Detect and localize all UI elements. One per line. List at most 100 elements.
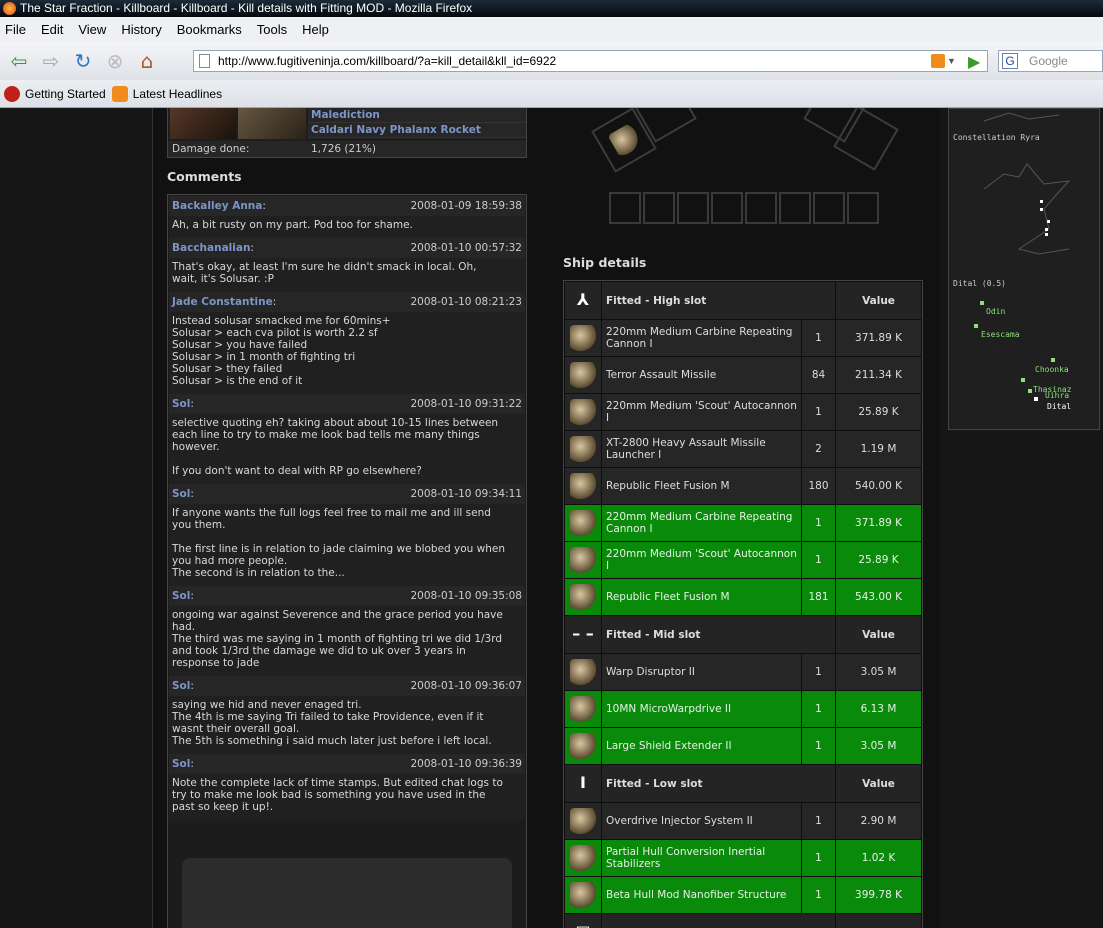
comment-author-link[interactable]: Bacchanalian	[172, 242, 250, 254]
rss-feed-icon[interactable]	[931, 54, 945, 68]
comment-author-link[interactable]: Jade Constantine	[172, 296, 273, 308]
comment-author-link[interactable]: Sol	[172, 488, 190, 500]
item-icon[interactable]	[570, 436, 596, 462]
back-icon[interactable]: ⇦	[6, 48, 32, 74]
section-title: Fitted - High slot	[601, 281, 836, 320]
item-row[interactable]: Republic Fleet Fusion M 180 540.00 K	[564, 467, 922, 505]
menu-tools[interactable]: Tools	[257, 17, 287, 42]
section-title: Fitted - Mid slot	[601, 615, 836, 654]
item-quantity: 1	[801, 876, 836, 914]
map-system-odin[interactable]: Odin	[986, 307, 1005, 316]
map-system-esescama[interactable]: Esescama	[981, 330, 1020, 339]
go-icon[interactable]: ▶	[968, 52, 980, 71]
item-icon[interactable]	[570, 584, 596, 610]
comment-author-link[interactable]: Sol	[172, 398, 190, 410]
ship-link[interactable]: Malediction	[308, 108, 526, 123]
section-header: ▣Drone bayValue	[564, 913, 922, 928]
item-row[interactable]: Warp Disruptor II 1 3.05 M	[564, 653, 922, 691]
item-value: 3.05 M	[835, 653, 922, 691]
item-quantity: 1	[801, 653, 836, 691]
item-value: 25.89 K	[835, 393, 922, 431]
comment-date: 2008-01-10 09:36:07	[410, 680, 522, 692]
menu-view[interactable]: View	[78, 17, 106, 42]
comments-list: Backalley Anna: 2008-01-09 18:59:38 Ah, a …	[167, 194, 527, 928]
item-value: 540.00 K	[835, 467, 922, 505]
item-icon[interactable]	[570, 808, 596, 834]
item-icon[interactable]	[570, 845, 596, 871]
item-name: Terror Assault Missile	[601, 356, 802, 394]
section-title: Fitted - Low slot	[601, 764, 836, 803]
item-value: 399.78 K	[835, 876, 922, 914]
low-slot-icon: I	[564, 764, 602, 803]
item-row[interactable]: Overdrive Injector System II 1 2.90 M	[564, 802, 922, 840]
item-row[interactable]: 220mm Medium Carbine Repeating Cannon I1…	[564, 504, 922, 542]
menu-edit[interactable]: Edit	[41, 17, 63, 42]
item-icon[interactable]	[570, 882, 596, 908]
item-row[interactable]: 220mm Medium 'Scout' Autocannon I 1 25.89 …	[564, 393, 922, 431]
search-input[interactable]: G Google	[998, 50, 1103, 72]
comment-input[interactable]	[182, 858, 512, 928]
item-icon[interactable]	[570, 696, 596, 722]
item-icon[interactable]	[570, 362, 596, 388]
comment-author-link[interactable]: Sol	[172, 680, 190, 692]
item-row[interactable]: 10MN MicroWarpdrive II 1 6.13 M	[564, 690, 922, 728]
item-row[interactable]: Terror Assault Missile 84 211.34 K	[564, 356, 922, 394]
item-icon[interactable]	[570, 473, 596, 499]
comment-author-link[interactable]: Sol	[172, 758, 190, 770]
ship-details-table: ⅄ Fitted - High slot Value 220mm Medium Car…	[563, 280, 923, 928]
item-row[interactable]: XT-2800 Heavy Assault Missile Launcher I…	[564, 430, 922, 468]
menu-history[interactable]: History	[121, 17, 161, 42]
item-value: 25.89 K	[835, 541, 922, 579]
drone-slot	[677, 192, 709, 224]
item-row[interactable]: Partial Hull Conversion Inertial Stabili…	[564, 839, 922, 877]
pilot-portrait[interactable]	[170, 108, 236, 139]
map-system-uihra[interactable]: Uihra	[1045, 391, 1069, 400]
section-title: Drone bay	[601, 913, 836, 928]
item-row[interactable]: 220mm Medium Carbine Repeating Cannon I1…	[564, 319, 922, 357]
chevron-down-icon[interactable]: ▼	[947, 51, 959, 71]
comment-header: Jade Constantine: 2008-01-10 08:21:23	[169, 292, 525, 312]
bookmark-latest-headlines[interactable]: Latest Headlines	[111, 80, 222, 107]
map-system-choonka[interactable]: Choonka	[1035, 365, 1069, 374]
item-quantity: 1	[801, 690, 836, 728]
google-icon[interactable]: G	[1002, 53, 1018, 69]
menu-help[interactable]: Help	[302, 17, 329, 42]
item-row[interactable]: Large Shield Extender II 1 3.05 M	[564, 727, 922, 765]
drone-slot	[847, 192, 879, 224]
comment-text: selective quoting eh? taking about about…	[169, 414, 525, 484]
item-name: Overdrive Injector System II	[601, 802, 802, 840]
item-icon[interactable]	[570, 733, 596, 759]
region-map[interactable]: Constellation Ryra Dital (0.5) Odin Eses…	[948, 108, 1100, 430]
weapon-link[interactable]: Caldari Navy Phalanx Rocket	[308, 123, 526, 138]
item-name: Partial Hull Conversion Inertial Stabili…	[601, 839, 802, 877]
menu-bookmarks[interactable]: Bookmarks	[177, 17, 242, 42]
item-icon[interactable]	[570, 325, 596, 351]
home-icon[interactable]: ⌂	[134, 48, 160, 74]
item-value: 2.90 M	[835, 802, 922, 840]
forward-icon[interactable]: ⇨	[38, 48, 64, 74]
map-system-dital[interactable]: Dital	[1047, 402, 1071, 411]
item-name: 220mm Medium Carbine Repeating Cannon I	[601, 319, 802, 357]
comment: Bacchanalian: 2008-01-10 00:57:32 That's o…	[169, 238, 525, 292]
item-row[interactable]: 220mm Medium 'Scout' Autocannon I 1 25.89 …	[564, 541, 922, 579]
drone-slot	[813, 192, 845, 224]
bookmark-getting-started[interactable]: Getting Started	[4, 80, 106, 107]
comment-date: 2008-01-10 09:34:11	[410, 488, 522, 500]
item-quantity: 1	[801, 839, 836, 877]
item-row[interactable]: Republic Fleet Fusion M 181 543.00 K	[564, 578, 922, 616]
item-icon[interactable]	[570, 510, 596, 536]
item-row[interactable]: Beta Hull Mod Nanofiber Structure 1 399.78…	[564, 876, 922, 914]
item-value: 371.89 K	[835, 319, 922, 357]
item-icon[interactable]	[570, 547, 596, 573]
stop-icon[interactable]: ⊗	[102, 48, 128, 74]
url-bar[interactable]: http://www.fugitiveninja.com/killboard/?…	[193, 50, 988, 72]
item-icon[interactable]	[570, 399, 596, 425]
item-icon[interactable]	[570, 659, 596, 685]
ship-image[interactable]	[238, 108, 306, 139]
menu-file[interactable]: File	[5, 17, 26, 42]
comment-header: Sol: 2008-01-10 09:36:07	[169, 676, 525, 696]
comment-author-link[interactable]: Backalley Anna	[172, 200, 262, 212]
comment-author-link[interactable]: Sol	[172, 590, 190, 602]
drone-slot	[643, 192, 675, 224]
reload-icon[interactable]: ↻	[70, 48, 96, 74]
